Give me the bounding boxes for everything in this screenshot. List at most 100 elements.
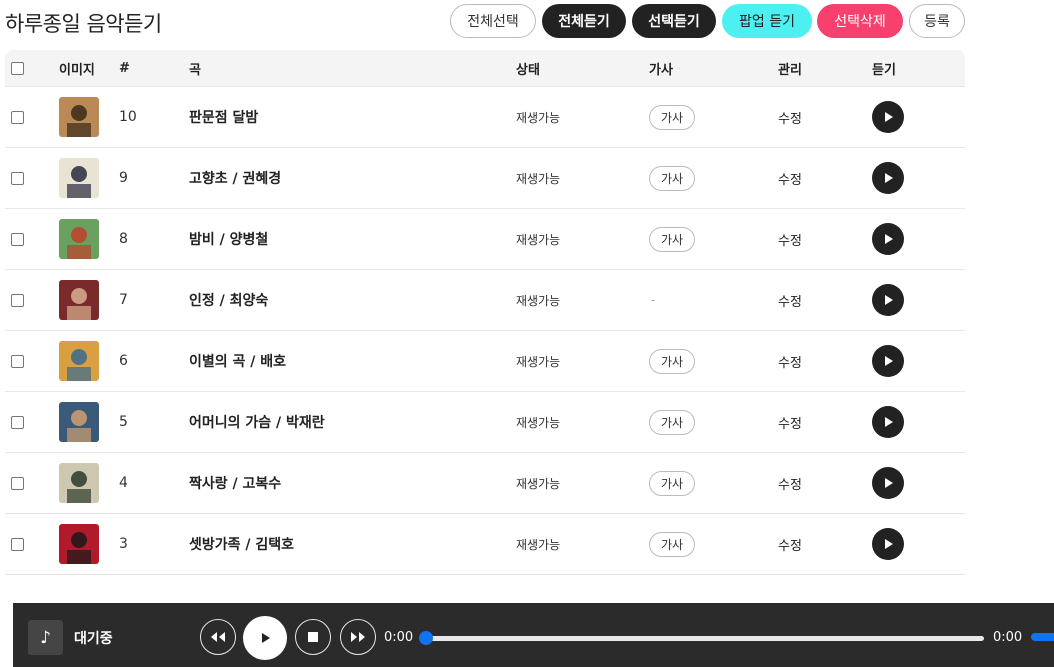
row-play-button[interactable] [872, 345, 904, 377]
row-number: 7 [119, 292, 128, 308]
fast-forward-icon [351, 632, 365, 642]
fast-forward-button[interactable] [340, 619, 376, 655]
select-all-checkbox[interactable] [11, 61, 24, 75]
row-checkbox[interactable] [11, 354, 24, 368]
row-play-button[interactable] [872, 162, 904, 194]
delete-selected-button[interactable]: 선택삭제 [817, 4, 903, 38]
row-checkbox[interactable] [11, 476, 24, 490]
row-number: 9 [119, 170, 128, 186]
stop-button[interactable] [295, 619, 331, 655]
lyrics-button[interactable]: 가사 [649, 348, 695, 374]
play-all-button[interactable]: 전체듣기 [542, 4, 626, 38]
row-number: 6 [119, 353, 128, 369]
row-checkbox[interactable] [11, 537, 24, 551]
play-icon [885, 478, 893, 488]
table-row: 10 판문점 달밤 재생가능 가사 수정 [5, 87, 965, 148]
play-icon [885, 112, 893, 122]
row-number: 5 [119, 414, 128, 430]
table-header: 이미지 # 곡 상태 가사 관리 듣기 [5, 50, 965, 87]
player-status: 대기중 [74, 631, 113, 647]
row-play-button[interactable] [872, 406, 904, 438]
header-num: # [119, 60, 130, 76]
register-button[interactable]: 등록 [909, 4, 965, 38]
song-state: 재생가능 [516, 476, 561, 491]
lyrics-button[interactable]: 가사 [649, 165, 695, 191]
song-title[interactable]: 밤비 / 양병철 [189, 229, 268, 249]
header-song: 곡 [189, 62, 201, 78]
edit-link[interactable]: 수정 [778, 291, 802, 310]
album-thumbnail [59, 524, 99, 564]
song-title[interactable]: 셋방가족 / 김택호 [189, 534, 294, 554]
total-time: 0:00 [993, 630, 1023, 645]
header-lyrics: 가사 [649, 62, 673, 78]
row-checkbox[interactable] [11, 110, 24, 124]
play-icon [885, 173, 893, 183]
popup-play-button[interactable]: 팝업 듣기 [722, 4, 812, 38]
music-note-icon: ♪ [28, 620, 63, 655]
header-image: 이미지 [59, 62, 95, 78]
edit-link[interactable]: 수정 [778, 413, 802, 432]
current-time: 0:00 [384, 630, 414, 645]
album-thumbnail [59, 463, 99, 503]
play-icon [885, 295, 893, 305]
song-title[interactable]: 이별의 곡 / 배호 [189, 351, 286, 371]
song-state: 재생가능 [516, 293, 561, 308]
row-play-button[interactable] [872, 284, 904, 316]
row-play-button[interactable] [872, 101, 904, 133]
select-all-button[interactable]: 전체선택 [450, 4, 536, 38]
row-play-button[interactable] [872, 467, 904, 499]
lyrics-button[interactable]: 가사 [649, 226, 695, 252]
table-row: 7 인정 / 최양숙 재생가능 - 수정 [5, 270, 965, 331]
row-number: 3 [119, 536, 128, 552]
row-number: 4 [119, 475, 128, 491]
song-title[interactable]: 짝사랑 / 고복수 [189, 473, 281, 493]
play-icon [885, 417, 893, 427]
play-button[interactable] [243, 616, 287, 660]
edit-link[interactable]: 수정 [778, 352, 802, 371]
header-listen: 듣기 [872, 62, 896, 78]
lyrics-button[interactable]: 가사 [649, 409, 695, 435]
song-title[interactable]: 판문점 달밤 [189, 107, 258, 127]
edit-link[interactable]: 수정 [778, 474, 802, 493]
table-row: 3 셋방가족 / 김택호 재생가능 가사 수정 [5, 514, 965, 575]
row-checkbox[interactable] [11, 293, 24, 307]
progress-track[interactable] [426, 636, 984, 641]
table-row: 4 짝사랑 / 고복수 재생가능 가사 수정 [5, 453, 965, 514]
row-number: 8 [119, 231, 128, 247]
song-state: 재생가능 [516, 171, 561, 186]
song-title[interactable]: 고향초 / 권혜경 [189, 168, 281, 188]
song-title[interactable]: 인정 / 최양숙 [189, 290, 268, 310]
row-checkbox[interactable] [11, 415, 24, 429]
song-state: 재생가능 [516, 232, 561, 247]
rewind-button[interactable] [200, 619, 236, 655]
play-icon [885, 356, 893, 366]
progress-knob[interactable] [419, 631, 433, 645]
play-icon [885, 539, 893, 549]
album-thumbnail [59, 97, 99, 137]
song-state: 재생가능 [516, 354, 561, 369]
song-state: 재생가능 [516, 537, 561, 552]
volume-slider[interactable] [1031, 633, 1054, 641]
table-row: 5 어머니의 가슴 / 박재란 재생가능 가사 수정 [5, 392, 965, 453]
edit-link[interactable]: 수정 [778, 108, 802, 127]
edit-link[interactable]: 수정 [778, 535, 802, 554]
album-thumbnail [59, 402, 99, 442]
lyrics-button[interactable]: 가사 [649, 104, 695, 130]
row-checkbox[interactable] [11, 232, 24, 246]
lyrics-empty: - [651, 293, 656, 307]
album-thumbnail [59, 219, 99, 259]
play-icon [262, 633, 270, 643]
header-state: 상태 [516, 62, 540, 78]
edit-link[interactable]: 수정 [778, 169, 802, 188]
play-selected-button[interactable]: 선택듣기 [632, 4, 716, 38]
row-checkbox[interactable] [11, 171, 24, 185]
song-title[interactable]: 어머니의 가슴 / 박재란 [189, 412, 325, 432]
edit-link[interactable]: 수정 [778, 230, 802, 249]
row-play-button[interactable] [872, 528, 904, 560]
row-play-button[interactable] [872, 223, 904, 255]
lyrics-button[interactable]: 가사 [649, 470, 695, 496]
album-thumbnail [59, 280, 99, 320]
stop-icon [308, 632, 318, 642]
lyrics-button[interactable]: 가사 [649, 531, 695, 557]
album-thumbnail [59, 341, 99, 381]
